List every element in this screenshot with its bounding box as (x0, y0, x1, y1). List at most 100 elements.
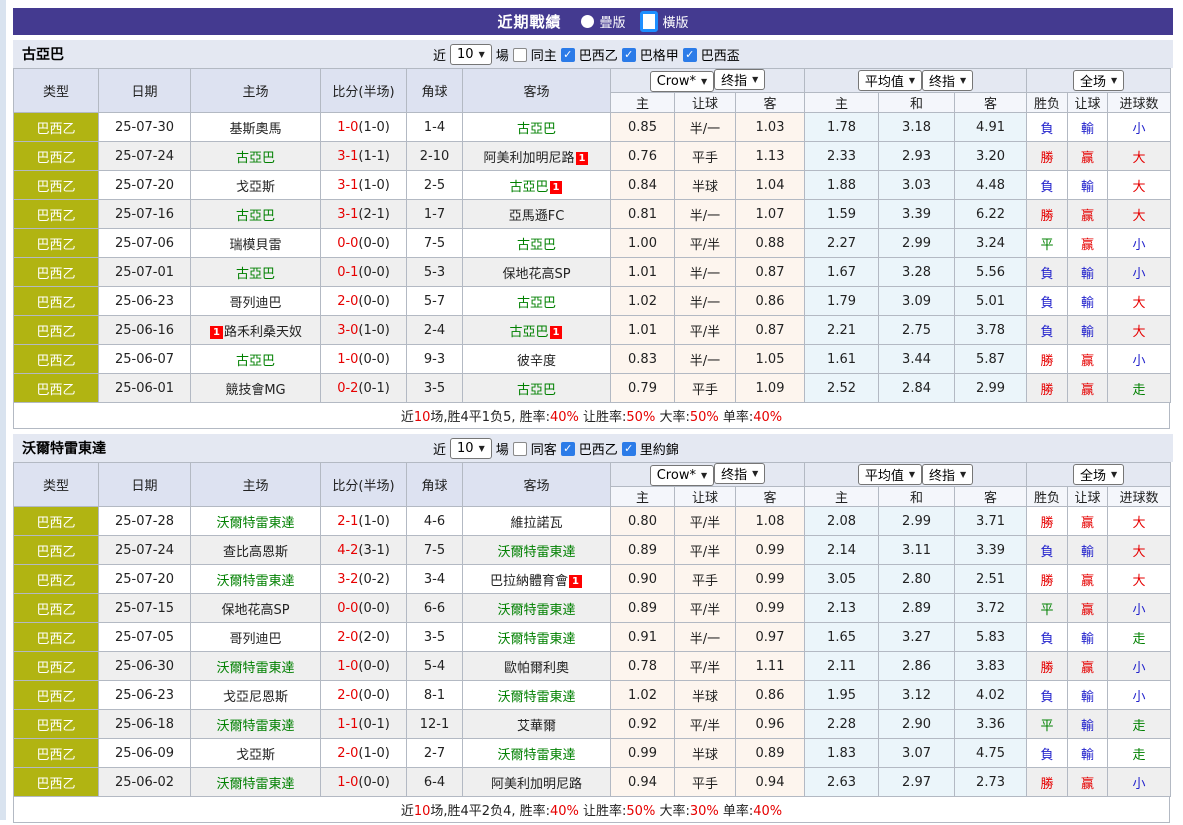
away-team-name[interactable]: 沃爾特雷東達 (497, 690, 575, 705)
match-count-select[interactable]: 10▼ (450, 44, 492, 65)
europe-odds-cell: 2.86 (879, 652, 955, 681)
team-name: 古亞巴 (13, 44, 433, 64)
result-text: 負 (1041, 296, 1054, 311)
away-team-name[interactable]: 古亞巴 (510, 180, 549, 195)
result-outcome-cell: 負 (1027, 739, 1068, 768)
layout-radio-horizontal[interactable]: 橫版 (640, 11, 689, 32)
odds-source-select[interactable]: 平均值▼ (858, 464, 922, 485)
europe-odds-cell: 2.11 (805, 652, 879, 681)
league-cell: 巴西乙 (14, 345, 99, 374)
odds-source-select[interactable]: Crow*▼ (650, 71, 714, 92)
odds-column-header: 让球 (1068, 487, 1108, 507)
result-goals-cell: 小 (1108, 113, 1171, 142)
away-team-cell: 歐帕爾利奧 (463, 652, 611, 681)
match-count-select[interactable]: 10▼ (450, 438, 492, 459)
result-text: 大 (1133, 574, 1146, 589)
home-team-name[interactable]: 沃爾特雷東達 (216, 719, 294, 734)
europe-odds-cell: 2.89 (879, 594, 955, 623)
handicap-odds-cell: 1.04 (736, 171, 805, 200)
odds-source-select[interactable]: Crow*▼ (650, 465, 714, 486)
handicap-odds-cell: 0.99 (611, 739, 675, 768)
home-team-name[interactable]: 沃爾特雷東達 (216, 516, 294, 531)
league-checkbox-2[interactable]: ✓ (683, 48, 697, 62)
odds-source-select-value: 全场 (1080, 465, 1106, 484)
away-team-name[interactable]: 沃爾特雷東達 (497, 545, 575, 560)
odds-source-select[interactable]: 全场▼ (1073, 464, 1124, 485)
league-cell: 巴西乙 (14, 142, 99, 171)
layout-radio-stacked[interactable]: 疊版 (581, 12, 625, 31)
home-team-name[interactable]: 古亞巴 (236, 209, 275, 224)
home-team-name[interactable]: 古亞巴 (236, 354, 275, 369)
league-checkbox-0[interactable]: ✓ (561, 48, 575, 62)
europe-odds-cell: 2.80 (879, 565, 955, 594)
away-team-cell: 沃爾特雷東達 (463, 739, 611, 768)
europe-odds-cell: 2.33 (805, 142, 879, 171)
result-handicap-cell: 赢 (1068, 142, 1108, 171)
odds-source-select[interactable]: 终指▼ (922, 464, 973, 485)
away-team-name[interactable]: 沃爾特雷東達 (497, 603, 575, 618)
league-checkbox-1[interactable]: ✓ (622, 48, 636, 62)
date-cell: 25-07-20 (99, 171, 191, 200)
corners-cell: 1-4 (407, 113, 463, 142)
league-checkbox-0[interactable]: ✓ (561, 442, 575, 456)
team-name: 沃爾特雷東達 (13, 438, 433, 458)
result-text: 勝 (1041, 383, 1054, 398)
europe-odds-cell: 6.22 (955, 200, 1027, 229)
odds-column-header: 胜负 (1027, 93, 1068, 113)
away-team-name[interactable]: 古亞巴 (517, 238, 556, 253)
europe-odds-cell: 1.79 (805, 287, 879, 316)
away-team-name[interactable]: 古亞巴 (517, 122, 556, 137)
odds-column-header: 客 (736, 487, 805, 507)
away-team-name[interactable]: 古亞巴 (517, 296, 556, 311)
result-text: 小 (1133, 661, 1146, 676)
europe-odds-cell: 4.75 (955, 739, 1027, 768)
result-text: 小 (1133, 690, 1146, 705)
home-team-name[interactable]: 古亞巴 (236, 151, 275, 166)
halftime-score: (0-2) (358, 572, 389, 587)
away-team-cell: 彼辛度 (463, 345, 611, 374)
league-cell: 巴西乙 (14, 316, 99, 345)
europe-odds-cell: 3.09 (879, 287, 955, 316)
handicap-odds-cell: 半球 (675, 739, 736, 768)
result-outcome-cell: 勝 (1027, 768, 1068, 797)
same-venue-checkbox[interactable] (513, 48, 527, 62)
odds-source-select[interactable]: 平均值▼ (858, 70, 922, 91)
league-checkbox-1[interactable]: ✓ (622, 442, 636, 456)
radio-icon[interactable] (581, 15, 594, 28)
home-team-name[interactable]: 沃爾特雷東達 (216, 777, 294, 792)
radio-selected-icon[interactable] (640, 11, 658, 32)
away-team-name[interactable]: 沃爾特雷東達 (497, 748, 575, 763)
result-text: 勝 (1041, 516, 1054, 531)
home-team-name[interactable]: 古亞巴 (236, 267, 275, 282)
europe-odds-cell: 2.14 (805, 536, 879, 565)
europe-odds-cell: 2.21 (805, 316, 879, 345)
europe-odds-cell: 2.08 (805, 507, 879, 536)
home-team-cell: 1路禾利桑天奴 (191, 316, 321, 345)
fulltime-score: 3-0 (337, 323, 358, 338)
away-team-name[interactable]: 古亞巴 (510, 325, 549, 340)
europe-odds-cell: 2.93 (879, 142, 955, 171)
league-checkbox-label: 巴西乙 (579, 439, 618, 458)
handicap-odds-cell: 半/一 (675, 258, 736, 287)
europe-odds-cell: 2.27 (805, 229, 879, 258)
result-outcome-cell: 勝 (1027, 200, 1068, 229)
away-team-name[interactable]: 古亞巴 (517, 383, 556, 398)
home-team-cell: 沃爾特雷東達 (191, 768, 321, 797)
odds-source-select[interactable]: 全场▼ (1073, 70, 1124, 91)
odds-source-select[interactable]: 终指▼ (714, 463, 765, 484)
same-venue-checkbox[interactable] (513, 442, 527, 456)
home-team-name[interactable]: 沃爾特雷東達 (216, 661, 294, 676)
odds-source-select[interactable]: 终指▼ (714, 69, 765, 90)
away-team-cell: 沃爾特雷東達 (463, 681, 611, 710)
result-text: 走 (1133, 632, 1146, 647)
score-cell: 3-2(0-2) (321, 565, 407, 594)
away-team-name[interactable]: 沃爾特雷東達 (497, 632, 575, 647)
home-team-name[interactable]: 沃爾特雷東達 (216, 574, 294, 589)
halftime-score: (0-0) (358, 265, 389, 280)
result-text: 勝 (1041, 574, 1054, 589)
result-text: 輸 (1081, 180, 1094, 195)
halftime-score: (0-0) (358, 601, 389, 616)
odds-source-select[interactable]: 终指▼ (922, 70, 973, 91)
result-text: 勝 (1041, 209, 1054, 224)
away-team-name: 阿美利加明尼路 (491, 777, 582, 792)
